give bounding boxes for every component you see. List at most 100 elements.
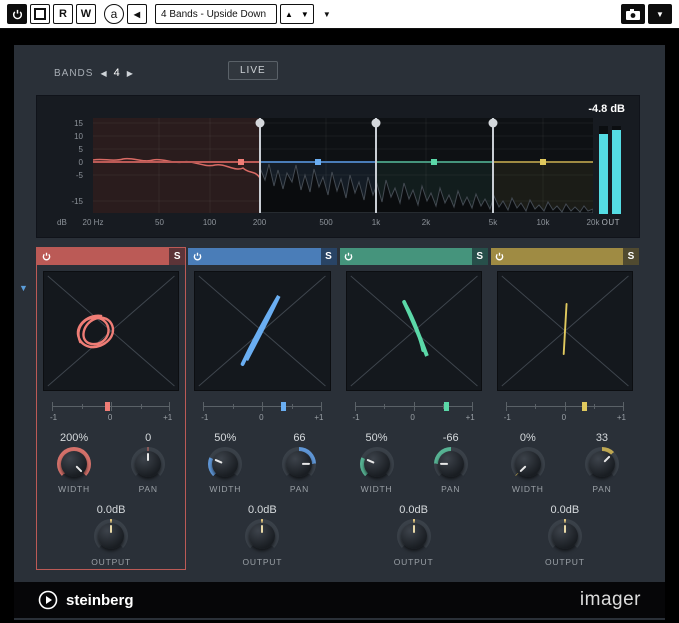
band-panel-3[interactable]: S -1 0 +1 xyxy=(339,247,489,570)
db-tick: 10 xyxy=(74,132,83,141)
bands-selector: BANDS ◀ 4 ▶ xyxy=(54,67,133,79)
band2-balance-meter xyxy=(203,400,321,412)
band1-marker[interactable] xyxy=(238,159,244,165)
vectorscope-trace xyxy=(563,304,566,354)
steinberg-logo-icon xyxy=(38,590,58,610)
balance-marker xyxy=(105,402,110,411)
preset-dropdown-button[interactable]: ▼ xyxy=(317,4,337,24)
freq-tick: 50 xyxy=(155,218,164,227)
plugin-footer: steinberg imager xyxy=(14,582,665,618)
band3-balance-meter xyxy=(355,400,473,412)
scale-min: -1 xyxy=(353,413,360,422)
crossover-3-handle[interactable] xyxy=(489,119,498,128)
freq-tick: 20k xyxy=(587,218,600,227)
band3-power-button[interactable] xyxy=(340,248,358,265)
power-icon xyxy=(495,252,504,261)
bands-decrement-button[interactable]: ◀ xyxy=(100,69,106,78)
band1-width-knob[interactable] xyxy=(57,447,91,481)
band2-power-button[interactable] xyxy=(188,248,206,265)
band2-output-label: OUTPUT xyxy=(188,557,336,567)
band-panel-4[interactable]: S -1 0 +1 xyxy=(490,247,640,570)
band2-pan-knob[interactable] xyxy=(282,447,316,481)
bypass-power-button[interactable] xyxy=(7,4,27,24)
band2-width-label: WIDTH xyxy=(188,484,262,494)
camera-icon xyxy=(626,9,640,20)
band3-output-knob[interactable] xyxy=(397,519,431,553)
freq-tick: 10k xyxy=(537,218,550,227)
preset-prev-next: ▲ ▼ xyxy=(280,4,314,24)
band2-marker[interactable] xyxy=(315,159,321,165)
copy-settings-button[interactable]: ◀ xyxy=(127,4,147,24)
band1-pan-label: PAN xyxy=(111,484,185,494)
band4-marker[interactable] xyxy=(540,159,546,165)
power-icon xyxy=(344,252,353,261)
db-tick: -5 xyxy=(76,171,83,180)
band4-header[interactable]: S xyxy=(491,248,639,265)
band1-header[interactable]: S xyxy=(37,248,185,265)
band4-output-label: OUTPUT xyxy=(491,557,639,567)
band2-width-knob[interactable] xyxy=(208,447,242,481)
band-panel-2[interactable]: S -1 0 +1 xyxy=(187,247,337,570)
db-unit-label: dB xyxy=(57,218,67,227)
plugin-menu-button[interactable]: ▼ xyxy=(648,4,672,24)
band3-solo-button[interactable]: S xyxy=(472,248,488,265)
balance-marker xyxy=(444,402,449,411)
band4-balance-meter xyxy=(506,400,624,412)
band4-solo-button[interactable]: S xyxy=(623,248,639,265)
vectorscope-trace xyxy=(404,302,427,356)
bands-increment-button[interactable]: ▶ xyxy=(127,69,133,78)
band3-vectorscope xyxy=(346,271,482,391)
band2-output-knob[interactable] xyxy=(245,519,279,553)
snapshot-button[interactable] xyxy=(621,4,645,24)
band1-output-label: OUTPUT xyxy=(37,557,185,567)
band1-balance-meter xyxy=(52,400,170,412)
band1-solo-button[interactable]: S xyxy=(169,248,185,265)
band1-vectorscope xyxy=(43,271,179,391)
db-tick: -15 xyxy=(71,197,83,206)
read-automation-button[interactable]: R xyxy=(53,4,73,24)
band4-pan-knob[interactable] xyxy=(585,447,619,481)
band3-width-knob[interactable] xyxy=(360,447,394,481)
preset-up-button[interactable]: ▲ xyxy=(281,10,297,19)
band-detail-expander[interactable]: ▼ xyxy=(19,283,28,293)
live-mode-button[interactable]: LIVE xyxy=(228,61,278,80)
scale-mid: 0 xyxy=(108,413,112,422)
scale-max: +1 xyxy=(163,413,172,422)
band1-output-value: 0.0dB xyxy=(37,504,185,516)
band4-output-knob[interactable] xyxy=(548,519,582,553)
band4-power-button[interactable] xyxy=(491,248,509,265)
preset-down-button[interactable]: ▼ xyxy=(297,10,313,19)
bands-count: 4 xyxy=(114,67,120,79)
imager-plugin-panel: BANDS ◀ 4 ▶ LIVE -4.8 dB 15 10 5 0 -5 -1… xyxy=(14,45,665,620)
ab-label: a xyxy=(111,7,118,21)
band3-marker[interactable] xyxy=(431,159,437,165)
band1-meter-scale: -1 0 +1 xyxy=(50,413,172,422)
band3-width-value: 50% xyxy=(340,432,414,444)
band3-header[interactable]: S xyxy=(340,248,488,265)
band4-output-value: 0.0dB xyxy=(491,504,639,516)
band2-solo-button[interactable]: S xyxy=(321,248,337,265)
band2-header[interactable]: S xyxy=(188,248,336,265)
out-meter-right-fill xyxy=(612,130,621,214)
preset-selector[interactable]: 4 Bands - Upside Down xyxy=(155,4,277,24)
crossover-2-handle[interactable] xyxy=(372,119,381,128)
band1-power-button[interactable] xyxy=(37,248,55,265)
output-meters xyxy=(599,126,621,214)
preset-name: 4 Bands - Upside Down xyxy=(161,9,266,20)
band4-width-knob[interactable] xyxy=(511,447,545,481)
out-meter-right xyxy=(612,126,621,214)
band1-pan-knob[interactable] xyxy=(131,447,165,481)
band4-meter-scale: -1 0 +1 xyxy=(504,413,626,422)
crossover-1-handle[interactable] xyxy=(256,119,265,128)
band2-output-value: 0.0dB xyxy=(188,504,336,516)
write-automation-button[interactable]: W xyxy=(76,4,96,24)
band3-pan-value: -66 xyxy=(414,432,488,444)
band3-pan-knob[interactable] xyxy=(434,447,468,481)
band1-output-knob[interactable] xyxy=(94,519,128,553)
band3-output-value: 0.0dB xyxy=(340,504,488,516)
switch-ab-button[interactable]: a xyxy=(104,4,124,24)
band-panel-1[interactable]: S -1 0 +1 xyxy=(36,247,186,570)
insert-slot-button[interactable] xyxy=(30,4,50,24)
power-icon xyxy=(193,252,202,261)
freq-tick: 5k xyxy=(489,218,497,227)
